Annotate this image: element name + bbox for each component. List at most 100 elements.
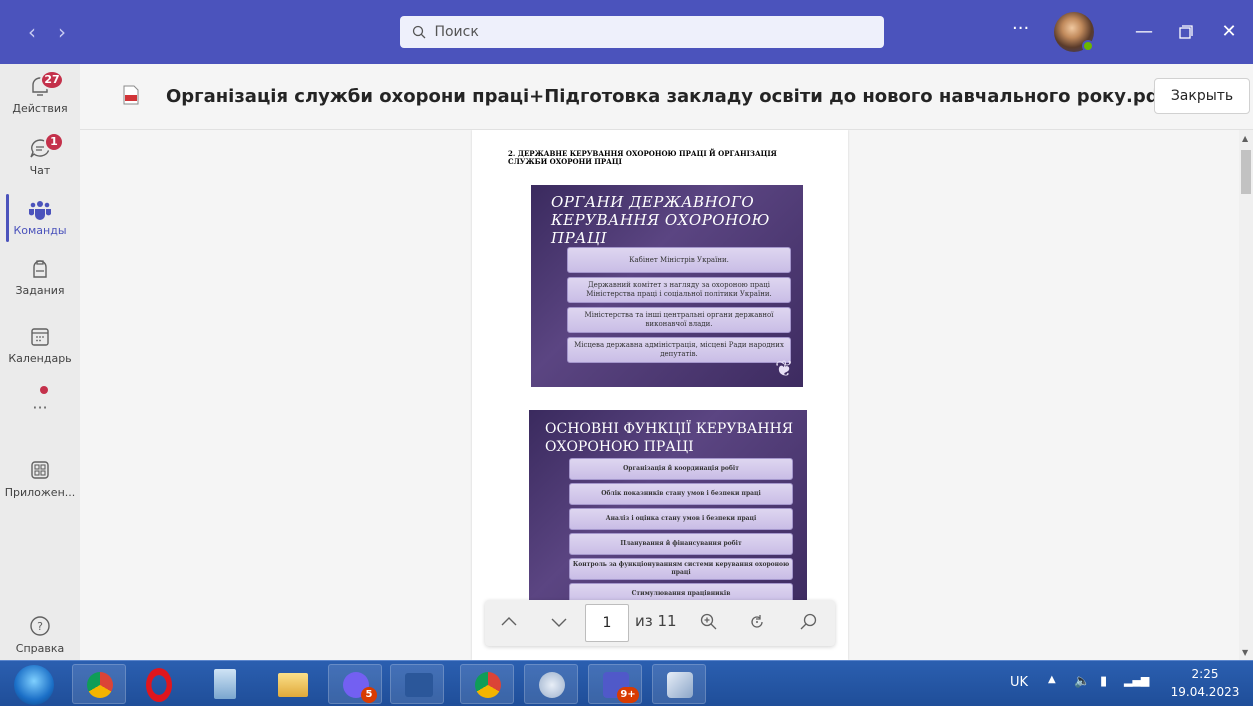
word-icon — [405, 673, 433, 697]
search-icon — [412, 25, 426, 39]
rail-item-label: Команды — [13, 224, 67, 237]
notification-dot-icon — [40, 386, 48, 394]
slide-title: ОСНОВНІ ФУНКЦІЇ КЕРУВАННЯ ОХОРОНОЮ ПРАЦІ — [545, 421, 794, 455]
rail-item-label: Задания — [15, 284, 65, 297]
rail-item-calendar[interactable]: Календарь — [0, 318, 80, 378]
search-document-button[interactable] — [797, 612, 821, 634]
page-count: из 11 — [635, 612, 677, 630]
document-title: Організація служби охорони праці+Підгото… — [166, 86, 1167, 107]
document-header: Організація служби охорони праці+Підгото… — [80, 64, 1253, 130]
zoom-in-icon — [700, 613, 717, 630]
zoom-in-button[interactable] — [697, 612, 721, 634]
power-icon[interactable]: ▮ — [1100, 674, 1107, 689]
more-options-button[interactable]: ··· — [1012, 18, 1029, 39]
chrome-icon — [87, 672, 113, 698]
section-heading: 2. ДЕРЖАВНЕ КЕРУВАННЯ ОХОРОНОЮ ПРАЦІ Й О… — [508, 149, 777, 166]
calculator-icon — [214, 669, 236, 699]
volume-icon[interactable]: 🔈 — [1074, 674, 1090, 689]
presence-status-icon — [1082, 40, 1094, 52]
rail-item-label: Действия — [12, 102, 68, 115]
rotate-icon — [751, 615, 763, 628]
viber-badge: 5 — [361, 687, 377, 703]
rail-item-teams[interactable]: Команды — [0, 190, 80, 250]
taskbar-chrome[interactable] — [72, 664, 126, 704]
teams-icon — [26, 196, 54, 222]
rail-item-more[interactable]: ··· — [0, 386, 80, 446]
network-icon[interactable]: ▂▄▆ — [1124, 674, 1149, 687]
taskbar-snipping[interactable] — [524, 664, 578, 704]
rail-item-chat[interactable]: 1 Чат — [0, 130, 80, 190]
search-icon — [800, 613, 817, 630]
slide-item: Планування й фінансування робіт — [569, 533, 793, 555]
search-input[interactable]: Поиск — [400, 16, 884, 48]
rail-item-help[interactable]: ? Справка — [0, 608, 80, 668]
scroll-thumb[interactable] — [1241, 150, 1251, 194]
clock-date: 19.04.2023 — [1170, 685, 1240, 699]
pdf-viewer[interactable]: 2. ДЕРЖАВНЕ КЕРУВАННЯ ОХОРОНОЮ ПРАЦІ Й О… — [80, 130, 1239, 660]
taskbar-chrome-2[interactable] — [460, 664, 514, 704]
more-icon: ··· — [32, 398, 48, 417]
title-bar: ‹ › Поиск ··· — ✕ — [0, 0, 1253, 64]
rotate-button[interactable] — [745, 612, 769, 634]
slide-item: Державний комітет з нагляду за охороною … — [567, 277, 791, 303]
previous-page-button[interactable] — [497, 612, 521, 634]
assignments-icon — [26, 256, 54, 282]
slide-item: Контроль за функціонуванням системи керу… — [569, 558, 793, 580]
slide-item: Облік показників стану умов і безпеки пр… — [569, 483, 793, 505]
minimize-button[interactable]: — — [1128, 16, 1160, 48]
pdf-file-icon — [123, 85, 139, 109]
chrome-icon — [475, 672, 501, 698]
language-indicator[interactable]: UK — [1010, 675, 1028, 690]
taskbar-opera[interactable] — [134, 664, 188, 704]
rail-item-activity[interactable]: 27 Действия — [0, 68, 80, 128]
taskbar-word[interactable] — [390, 664, 444, 704]
taskbar-calculator[interactable] — [200, 664, 254, 704]
slide-title: ОРГАНИ ДЕРЖАВНОГО КЕРУВАННЯ ОХОРОНОЮ ПРА… — [551, 193, 770, 247]
rail-item-label: Чат — [29, 164, 51, 177]
snipping-tool-icon — [539, 672, 565, 698]
help-icon: ? — [26, 614, 54, 640]
rail-item-assignments[interactable]: Задания — [0, 250, 80, 310]
vertical-scrollbar[interactable]: ▲ ▼ — [1239, 130, 1253, 660]
taskbar-teams[interactable]: 9+ — [588, 664, 642, 704]
app-rail: 27 Действия 1 Чат Команды Задания Календ… — [0, 64, 80, 660]
scroll-down-icon[interactable]: ▼ — [1242, 648, 1248, 657]
scroll-up-icon[interactable]: ▲ — [1242, 134, 1248, 143]
chevron-up-icon — [501, 617, 517, 626]
taskbar-viber[interactable]: 5 — [328, 664, 382, 704]
close-document-button[interactable]: Закрыть — [1154, 78, 1250, 114]
other-app-icon — [667, 672, 693, 698]
teams-badge: 9+ — [617, 687, 639, 703]
forward-icon[interactable]: › — [50, 20, 74, 44]
ornament-icon: ❦ — [775, 357, 794, 382]
start-button[interactable] — [14, 665, 54, 705]
close-window-button[interactable]: ✕ — [1213, 16, 1245, 48]
pdf-page: 2. ДЕРЖАВНЕ КЕРУВАННЯ ОХОРОНОЮ ПРАЦІ Й О… — [472, 130, 848, 660]
maximize-button[interactable] — [1170, 16, 1202, 48]
page-number-input[interactable]: 1 — [585, 604, 629, 642]
rail-item-label: Справка — [15, 642, 65, 655]
back-icon[interactable]: ‹ — [20, 20, 44, 44]
chat-badge: 1 — [44, 132, 64, 152]
maximize-icon — [1179, 25, 1193, 39]
pdf-toolbar: 1 из 11 — [485, 600, 835, 646]
show-hidden-icons-icon[interactable]: ▲ — [1048, 674, 1056, 685]
slide-main-functions: ОСНОВНІ ФУНКЦІЇ КЕРУВАННЯ ОХОРОНОЮ ПРАЦІ… — [529, 410, 807, 610]
svg-text:?: ? — [37, 620, 43, 633]
clock[interactable]: 2:25 19.04.2023 — [1170, 665, 1240, 701]
slide-item: Кабінет Міністрів України. — [567, 247, 791, 273]
apps-icon — [26, 458, 54, 484]
slide-item: Місцева державна адміністрація, місцеві … — [567, 337, 791, 363]
search-placeholder: Поиск — [434, 24, 479, 40]
slide-item: Аналіз і оцінка стану умов і безпеки пра… — [569, 508, 793, 530]
taskbar-explorer[interactable] — [264, 664, 318, 704]
slide-item: Міністерства та інші центральні органи д… — [567, 307, 791, 333]
taskbar-other-app[interactable] — [652, 664, 706, 704]
chevron-down-icon — [551, 618, 567, 627]
next-page-button[interactable] — [547, 612, 571, 634]
file-explorer-icon — [278, 673, 308, 697]
opera-icon — [146, 668, 172, 702]
rail-item-apps[interactable]: Приложен... — [0, 452, 80, 512]
slide-state-bodies: ОРГАНИ ДЕРЖАВНОГО КЕРУВАННЯ ОХОРОНОЮ ПРА… — [531, 185, 803, 387]
clock-time: 2:25 — [1191, 667, 1219, 681]
